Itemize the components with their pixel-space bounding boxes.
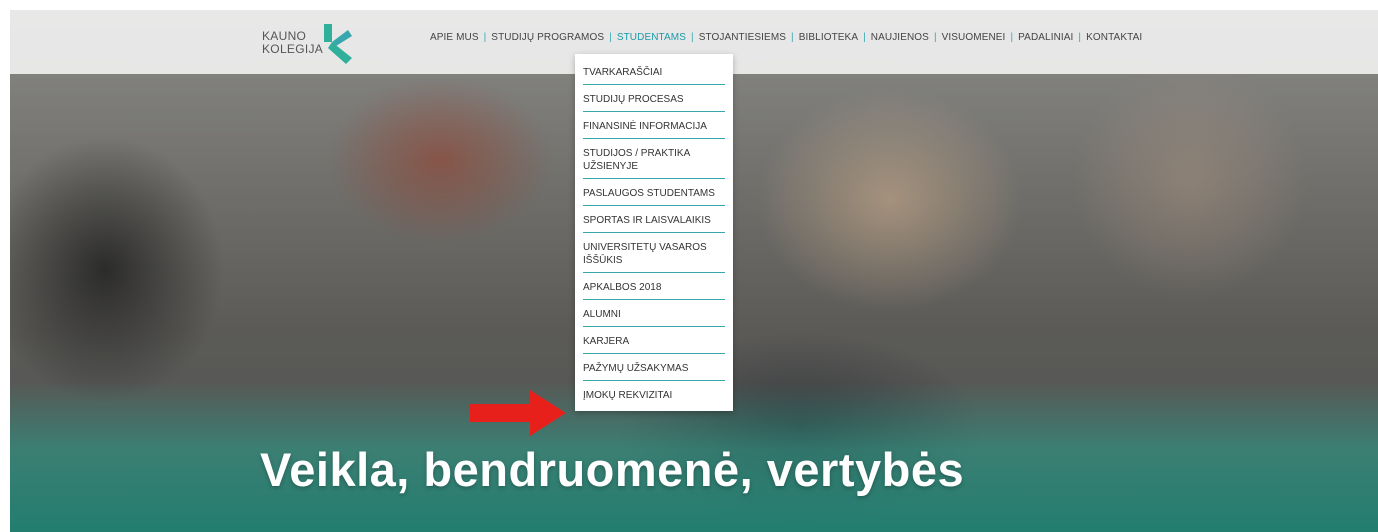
main-nav: APIE MUS | STUDIJŲ PROGRAMOS | STUDENTAMS | ST… xyxy=(430,30,1142,45)
dropdown-item-6[interactable]: UNIVERSITETŲ VASAROS IŠŠŪKIS xyxy=(583,233,725,273)
nav-item-4[interactable]: BIBLIOTEKA xyxy=(799,30,858,45)
studentams-dropdown-menu: TVARKARAŠČIAI STUDIJŲ PROCESAS FINANSINĖ I… xyxy=(575,54,733,411)
site-logo[interactable]: KAUNO KOLEGIJA xyxy=(262,24,372,64)
dropdown-item-4[interactable]: PASLAUGOS STUDENTAMS xyxy=(583,179,725,206)
nav-item-5[interactable]: NAUJIENOS xyxy=(871,30,929,45)
dropdown-item-7[interactable]: APKALBOS 2018 xyxy=(583,273,725,300)
kk-logo-icon xyxy=(324,24,352,64)
dropdown-item-10[interactable]: PAŽYMŲ UŽSAKYMAS xyxy=(583,354,725,381)
nav-separator: | xyxy=(933,32,937,43)
logo-text: KAUNO KOLEGIJA xyxy=(262,30,323,56)
nav-separator: | xyxy=(609,32,612,43)
nav-separator: | xyxy=(483,32,487,43)
nav-item-3[interactable]: STOJANTIESIEMS xyxy=(699,30,786,45)
dropdown-item-9[interactable]: KARJERA xyxy=(583,327,725,354)
hero-headline: Veikla, bendruomenė, vertybės xyxy=(260,443,965,496)
dropdown-item-1[interactable]: STUDIJŲ PROCESAS xyxy=(583,85,725,112)
nav-separator: | xyxy=(791,32,794,43)
dropdown-item-0[interactable]: TVARKARAŠČIAI xyxy=(583,58,725,85)
nav-item-8[interactable]: KONTAKTAI xyxy=(1086,30,1142,45)
dropdown-item-2[interactable]: FINANSINĖ INFORMACIJA xyxy=(583,112,725,139)
nav-separator: | xyxy=(863,32,866,43)
nav-item-0[interactable]: APIE MUS xyxy=(430,30,479,45)
nav-item-1[interactable]: STUDIJŲ PROGRAMOS xyxy=(491,30,604,45)
red-arrow-pointer-icon xyxy=(470,390,566,436)
dropdown-item-8[interactable]: ALUMNI xyxy=(583,300,725,327)
nav-item-7[interactable]: PADALINIAI xyxy=(1018,30,1073,45)
nav-separator: | xyxy=(1010,32,1014,43)
logo-line-2: KOLEGIJA xyxy=(262,42,324,56)
nav-item-6[interactable]: VISUOMENEI xyxy=(942,30,1006,45)
nav-separator: | xyxy=(1078,32,1082,43)
page-frame: KAUNO KOLEGIJA APIE MUS | STUDIJŲ PROGRAMO… xyxy=(10,10,1378,532)
nav-item-2[interactable]: STUDENTAMS xyxy=(617,30,686,45)
dropdown-item-3[interactable]: STUDIJOS / PRAKTIKA UŽSIENYJE xyxy=(583,139,725,179)
nav-separator: | xyxy=(690,32,694,43)
dropdown-item-5[interactable]: SPORTAS IR LAISVALAIKIS xyxy=(583,206,725,233)
dropdown-item-11[interactable]: ĮMOKŲ REKVIZITAI xyxy=(583,381,725,411)
